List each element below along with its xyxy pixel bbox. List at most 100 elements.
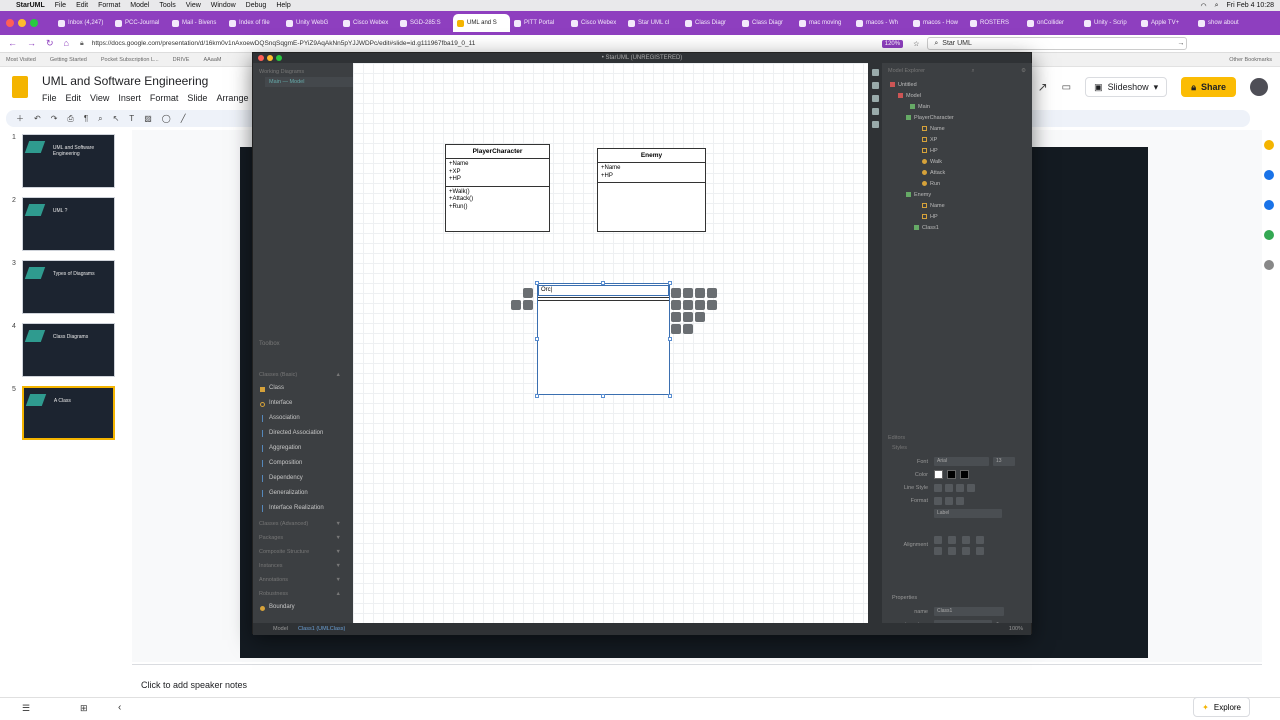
- forward-icon[interactable]: →: [27, 38, 36, 49]
- font-color-swatch[interactable]: [960, 470, 969, 479]
- gear-icon[interactable]: ⚙: [1021, 68, 1026, 75]
- styles-header[interactable]: Styles: [882, 445, 1032, 455]
- slideshow-button[interactable]: ▣ Slideshow ▾: [1085, 77, 1168, 97]
- class-name[interactable]: Enemy: [598, 149, 705, 163]
- align-left-icon[interactable]: [934, 535, 942, 544]
- zoom-icon[interactable]: ⌕: [98, 114, 102, 124]
- bookmark-star-icon[interactable]: ☆: [913, 40, 919, 48]
- browser-tab[interactable]: Apple TV+: [1137, 14, 1194, 32]
- align-center-icon[interactable]: [948, 535, 956, 544]
- api-icon[interactable]: [871, 95, 879, 102]
- align-bottom-icon[interactable]: [948, 546, 956, 555]
- outline-icon[interactable]: [871, 82, 879, 89]
- bookmark-item[interactable]: Pocket Subscription L...: [101, 57, 159, 63]
- redo-icon[interactable]: ↷: [51, 114, 58, 123]
- add-template-icon[interactable]: [707, 288, 717, 298]
- line-style-rounded-icon[interactable]: [956, 483, 964, 492]
- format-select[interactable]: Label: [934, 509, 1002, 518]
- tree-item-operation[interactable]: Run: [882, 179, 1032, 190]
- operation[interactable]: +Run(): [449, 204, 546, 212]
- add-interface-icon[interactable]: [695, 300, 705, 310]
- browser-tab[interactable]: macos - How: [909, 14, 966, 32]
- status-zoom[interactable]: 100%: [1009, 626, 1023, 632]
- toolbox-group[interactable]: Classes (Advanced) ▼: [253, 517, 347, 531]
- toolbox-item-composition[interactable]: Composition: [253, 457, 347, 472]
- puzzle-icon[interactable]: [871, 69, 879, 76]
- select-icon[interactable]: ↖: [113, 114, 120, 123]
- browser-tab[interactable]: show about: [1194, 14, 1251, 32]
- add-super-class-icon[interactable]: [683, 300, 693, 310]
- bookmark-item[interactable]: AAaaM: [203, 57, 221, 63]
- reload-icon[interactable]: ↻: [46, 38, 54, 49]
- toolbox-group[interactable]: Packages ▼: [253, 531, 347, 545]
- align-top-icon[interactable]: [976, 535, 984, 544]
- browser-tab[interactable]: Mail - Bivens: [168, 14, 225, 32]
- resize-handle[interactable]: [535, 281, 539, 285]
- same-width-icon[interactable]: [976, 546, 984, 555]
- toolbox-item-interface[interactable]: Interface: [253, 397, 347, 412]
- browser-tab[interactable]: Cisco Webex: [567, 14, 624, 32]
- browser-tab-active[interactable]: UML and S: [453, 14, 510, 32]
- browser-tab[interactable]: mac moving: [795, 14, 852, 32]
- toolbox-item-interface-realization[interactable]: Interface Realization: [253, 502, 347, 517]
- bookmark-item[interactable]: DRIVE: [173, 57, 190, 63]
- add-addon-icon[interactable]: [1264, 260, 1274, 270]
- share-button[interactable]: 🔒︎ Share: [1181, 77, 1236, 97]
- go-arrow-icon[interactable]: →: [1177, 40, 1184, 47]
- browser-tab[interactable]: onCollider: [1023, 14, 1080, 32]
- zoom-badge[interactable]: 120%: [881, 39, 904, 48]
- slide-thumbnail[interactable]: UML and Software Engineering: [21, 134, 115, 188]
- add-sub-class-icon[interactable]: [671, 300, 681, 310]
- toolbox-item-directed-association[interactable]: Directed Association: [253, 427, 347, 442]
- uml-class-new[interactable]: [537, 283, 670, 395]
- add-operation-icon[interactable]: [683, 288, 693, 298]
- menu-view[interactable]: View: [186, 2, 201, 9]
- menu-help[interactable]: Help: [276, 2, 290, 9]
- browser-tab[interactable]: SGD-285:S: [396, 14, 453, 32]
- prop-name-input[interactable]: Class1: [934, 607, 1004, 616]
- toolbox-group[interactable]: Annotations ▼: [253, 573, 347, 587]
- tree-item-attribute[interactable]: HP: [882, 212, 1032, 223]
- slide-thumb-row[interactable]: 3 Types of Diagrams: [12, 260, 115, 314]
- class-operations[interactable]: +Walk() +Attack() +Run(): [446, 187, 549, 214]
- resize-handle[interactable]: [668, 281, 672, 285]
- class-name[interactable]: PlayerCharacter: [446, 145, 549, 159]
- browser-tab[interactable]: Star UML cl: [624, 14, 681, 32]
- font-size-stepper[interactable]: 13: [993, 457, 1015, 466]
- line-style-rectilinear-icon[interactable]: [934, 483, 942, 492]
- maps-icon[interactable]: [1264, 230, 1274, 240]
- resize-handle[interactable]: [668, 394, 672, 398]
- grid-view-icon[interactable]: ⊞: [80, 703, 88, 714]
- speaker-notes[interactable]: Click to add speaker notes: [132, 664, 1262, 697]
- operation[interactable]: +Walk(): [449, 189, 546, 197]
- undo-icon[interactable]: ↶: [34, 114, 41, 123]
- menu-edit[interactable]: Edit: [76, 2, 88, 9]
- keep-icon[interactable]: [1264, 140, 1274, 150]
- attribute[interactable]: +HP: [601, 173, 702, 181]
- add-composition-icon[interactable]: [683, 312, 693, 322]
- format-icon[interactable]: [956, 496, 964, 505]
- add-note-icon[interactable]: [671, 324, 681, 334]
- line-color-swatch[interactable]: [947, 470, 956, 479]
- class-attributes[interactable]: +Name +HP: [598, 163, 705, 183]
- activity-icon[interactable]: ↗: [1038, 80, 1048, 94]
- uml-class-enemy[interactable]: Enemy +Name +HP: [597, 148, 706, 232]
- class-name-input[interactable]: Orc|: [538, 285, 669, 296]
- tree-item-attribute[interactable]: Name: [882, 124, 1032, 135]
- format-icon[interactable]: [934, 496, 942, 505]
- slide-thumb-row[interactable]: 2 UML ?: [12, 197, 115, 251]
- explore-button[interactable]: ✦ Explore: [1193, 697, 1250, 717]
- tree-item-diagram[interactable]: Main: [882, 102, 1032, 113]
- class-attributes[interactable]: [538, 298, 669, 301]
- contacts-icon[interactable]: [1264, 200, 1274, 210]
- align-right-icon[interactable]: [962, 535, 970, 544]
- filmstrip-view-icon[interactable]: ☰: [22, 703, 30, 714]
- working-diagram-item[interactable]: Main — Model: [265, 77, 353, 87]
- toolbox-item-dependency[interactable]: Dependency: [253, 472, 347, 487]
- font-select[interactable]: Arial: [934, 457, 989, 466]
- slides-menu-arrange[interactable]: Arrange: [216, 93, 248, 103]
- tree-item-class[interactable]: Enemy: [882, 190, 1032, 201]
- tree-item-class[interactable]: PlayerCharacter: [882, 113, 1032, 124]
- zoom-window-icon[interactable]: [30, 19, 38, 27]
- browser-tab[interactable]: Class Diagr: [738, 14, 795, 32]
